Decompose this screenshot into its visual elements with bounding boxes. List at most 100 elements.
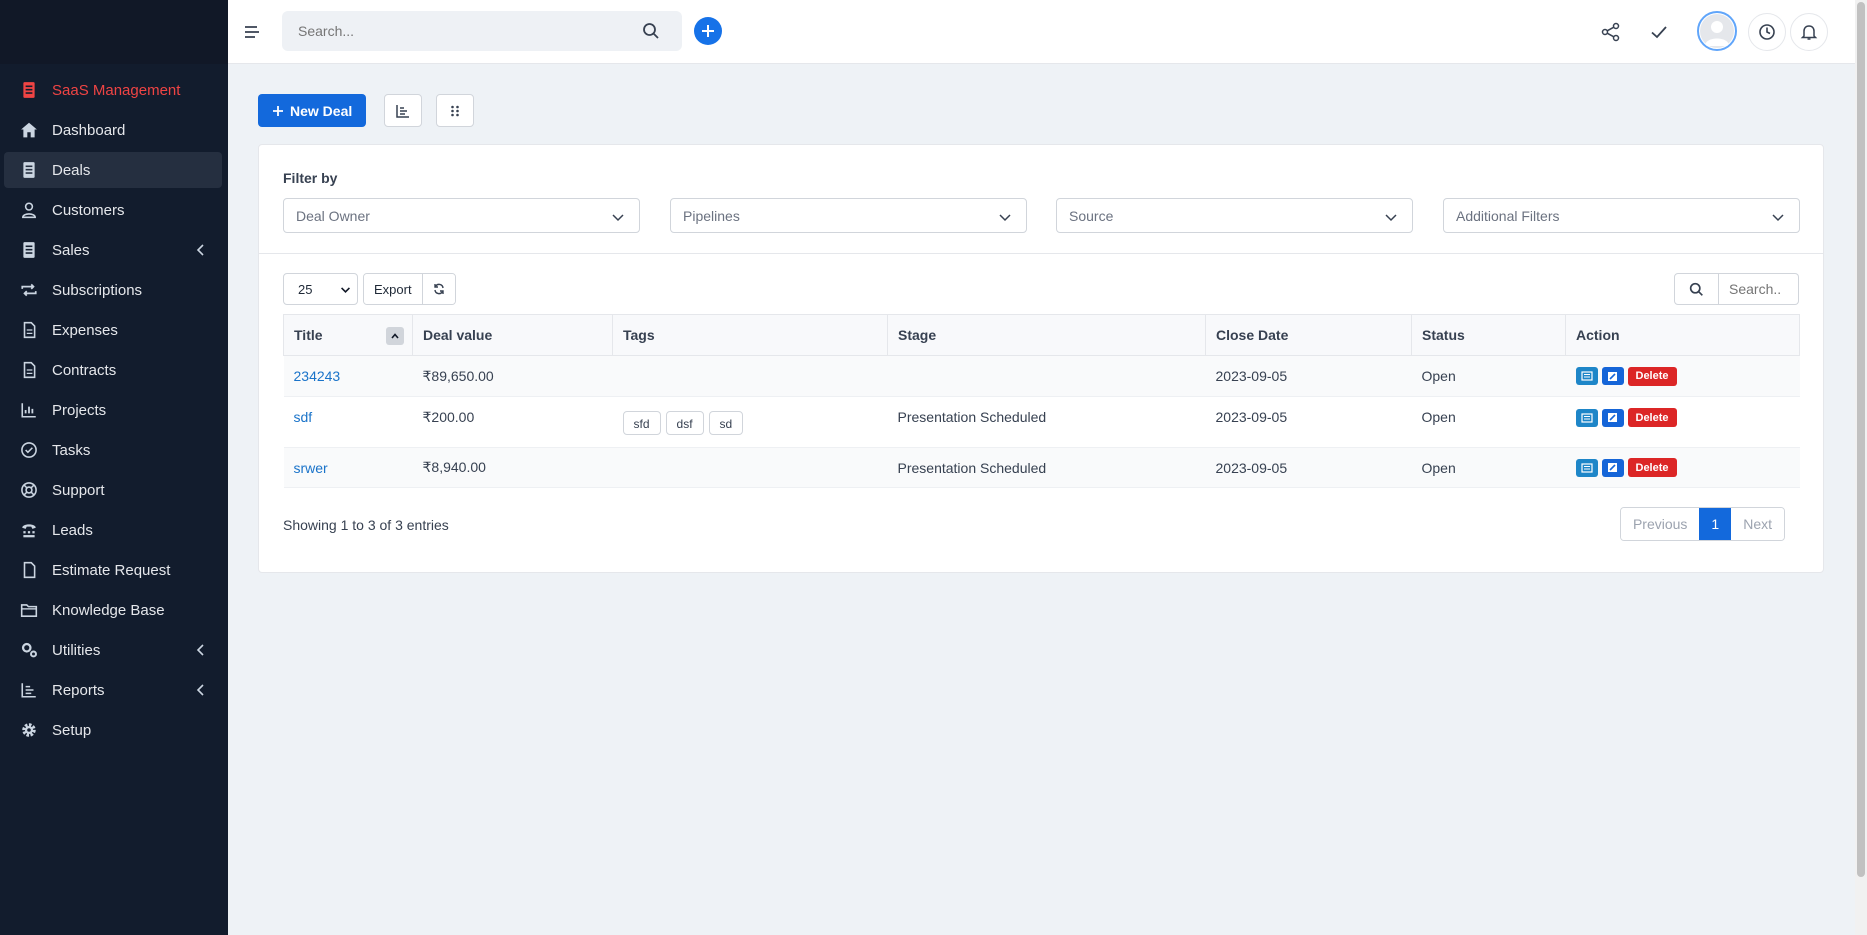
source-filter-label: Source bbox=[1069, 207, 1114, 224]
sidebar-item-setup[interactable]: Setup bbox=[4, 712, 222, 748]
edit-icon bbox=[1608, 463, 1617, 472]
file-icon bbox=[18, 319, 40, 341]
plus-icon bbox=[273, 105, 283, 116]
deal-title-link[interactable]: sdf bbox=[294, 409, 313, 425]
chevron-down-icon bbox=[1772, 214, 1784, 222]
deals-table: Title Deal value Tags Stage Close Date S… bbox=[283, 314, 1800, 488]
sidebar-item-knowledge-base[interactable]: Knowledge Base bbox=[4, 592, 222, 628]
user-avatar-icon bbox=[1700, 14, 1734, 48]
sidebar-item-estimate-request[interactable]: Estimate Request bbox=[4, 552, 222, 588]
column-header-stage[interactable]: Stage bbox=[887, 314, 1206, 356]
sidebar-item-support[interactable]: Support bbox=[4, 472, 222, 508]
grip-icon bbox=[451, 105, 460, 116]
source-filter[interactable]: Source bbox=[1056, 198, 1413, 233]
deal-tags-cell bbox=[612, 355, 888, 397]
menu-toggle-icon[interactable] bbox=[242, 22, 262, 42]
plus-icon bbox=[702, 25, 714, 37]
kanban-view-button[interactable] bbox=[436, 94, 475, 127]
edit-deal-button[interactable] bbox=[1601, 367, 1624, 385]
file-icon bbox=[18, 559, 40, 581]
sidebar-item-tasks[interactable]: Tasks bbox=[4, 432, 222, 468]
sidebar-item-label: Tasks bbox=[52, 441, 91, 459]
column-header-close-date[interactable]: Close Date bbox=[1205, 314, 1412, 356]
quick-add-button[interactable] bbox=[694, 17, 722, 45]
list-icon bbox=[1580, 371, 1593, 381]
table-row: sdf ₹200.00 sfd dsf sd Presentation Schedu… bbox=[283, 396, 1800, 448]
sidebar-item-label: Dashboard bbox=[52, 121, 126, 139]
sort-ascending-icon[interactable] bbox=[386, 327, 404, 345]
deal-tags-cell bbox=[612, 447, 888, 488]
tty-icon bbox=[18, 519, 40, 541]
pipelines-filter[interactable]: Pipelines bbox=[670, 198, 1027, 233]
deal-value-cell: ₹8,940.00 bbox=[412, 447, 613, 488]
page-scrollbar[interactable] bbox=[1855, 0, 1867, 935]
delete-deal-button[interactable]: Delete bbox=[1627, 408, 1677, 427]
global-search-input[interactable] bbox=[282, 11, 682, 51]
notifications-button[interactable] bbox=[1790, 13, 1828, 51]
deal-title-link[interactable]: srwer bbox=[294, 460, 328, 476]
sidebar-item-sales[interactable]: Sales bbox=[4, 232, 222, 268]
lifebuoy-icon bbox=[18, 479, 40, 501]
next-page-button[interactable]: Next bbox=[1731, 508, 1784, 540]
sidebar-item-label: Estimate Request bbox=[52, 561, 171, 579]
table-actions-group: Export bbox=[363, 273, 456, 305]
sidebar-item-label: Customers bbox=[52, 201, 125, 219]
sidebar-item-utilities[interactable]: Utilities bbox=[4, 632, 222, 668]
table-search-input[interactable] bbox=[1719, 273, 1799, 305]
column-header-label: Title bbox=[294, 327, 323, 343]
additional-filters[interactable]: Additional Filters bbox=[1443, 198, 1800, 233]
deal-tag: sfd bbox=[622, 411, 661, 435]
sidebar-item-contracts[interactable]: Contracts bbox=[4, 352, 222, 388]
column-header-tags[interactable]: Tags bbox=[612, 314, 888, 356]
page-length-value: 25 bbox=[298, 281, 313, 297]
file-icon bbox=[18, 359, 40, 381]
deal-owner-filter[interactable]: Deal Owner bbox=[283, 198, 640, 233]
sidebar-item-label: Leads bbox=[52, 521, 93, 539]
sidebar-item-label: Sales bbox=[52, 241, 90, 259]
sidebar-item-label: Subscriptions bbox=[52, 281, 143, 299]
refresh-button[interactable] bbox=[422, 274, 455, 304]
check-icon[interactable] bbox=[1648, 21, 1670, 43]
sidebar-item-expenses[interactable]: Expenses bbox=[4, 312, 222, 348]
chart-view-button[interactable] bbox=[384, 94, 423, 127]
edit-deal-button[interactable] bbox=[1601, 408, 1624, 427]
deal-value-cell: ₹200.00 bbox=[412, 396, 613, 448]
sidebar-nav: SaaS Management Dashboard Deals Customer… bbox=[0, 64, 228, 748]
column-header-deal-value[interactable]: Deal value bbox=[412, 314, 613, 356]
check-circle-icon bbox=[18, 439, 40, 461]
column-header-status[interactable]: Status bbox=[1411, 314, 1566, 356]
view-deal-button[interactable] bbox=[1575, 367, 1598, 385]
table-search-button[interactable] bbox=[1674, 273, 1719, 305]
new-deal-button[interactable]: New Deal bbox=[258, 94, 367, 127]
share-icon[interactable] bbox=[1600, 21, 1622, 43]
search-icon[interactable] bbox=[642, 22, 660, 40]
sidebar-item-leads[interactable]: Leads bbox=[4, 512, 222, 548]
sidebar-item-subscriptions[interactable]: Subscriptions bbox=[4, 272, 222, 308]
previous-page-button[interactable]: Previous bbox=[1620, 508, 1700, 540]
cogs-icon bbox=[18, 639, 40, 661]
sidebar-item-saas-management[interactable]: SaaS Management bbox=[4, 72, 222, 108]
chevron-left-icon bbox=[196, 684, 204, 696]
sidebar-item-dashboard[interactable]: Dashboard bbox=[4, 112, 222, 148]
page-1-button[interactable]: 1 bbox=[1699, 508, 1732, 540]
avatar[interactable] bbox=[1697, 11, 1737, 51]
delete-deal-button[interactable]: Delete bbox=[1627, 366, 1677, 386]
delete-deal-button[interactable]: Delete bbox=[1627, 458, 1677, 477]
page-length-select[interactable]: 25 bbox=[283, 273, 358, 305]
deal-action-cell: Delete bbox=[1565, 355, 1800, 397]
sidebar-item-deals[interactable]: Deals bbox=[4, 152, 222, 188]
column-header-title[interactable]: Title bbox=[283, 314, 413, 356]
timer-button[interactable] bbox=[1748, 13, 1786, 51]
sidebar-item-reports[interactable]: Reports bbox=[4, 672, 222, 708]
view-deal-button[interactable] bbox=[1575, 458, 1598, 477]
sidebar-item-customers[interactable]: Customers bbox=[4, 192, 222, 228]
deal-title-link[interactable]: 234243 bbox=[294, 368, 341, 384]
edit-deal-button[interactable] bbox=[1601, 458, 1624, 477]
deal-action-cell: Delete bbox=[1565, 396, 1800, 448]
repeat-icon bbox=[18, 279, 40, 301]
chevron-down-icon bbox=[1385, 214, 1397, 222]
export-button[interactable]: Export bbox=[364, 274, 423, 304]
scrollbar-thumb[interactable] bbox=[1857, 2, 1865, 877]
sidebar-item-projects[interactable]: Projects bbox=[4, 392, 222, 428]
view-deal-button[interactable] bbox=[1575, 408, 1598, 427]
